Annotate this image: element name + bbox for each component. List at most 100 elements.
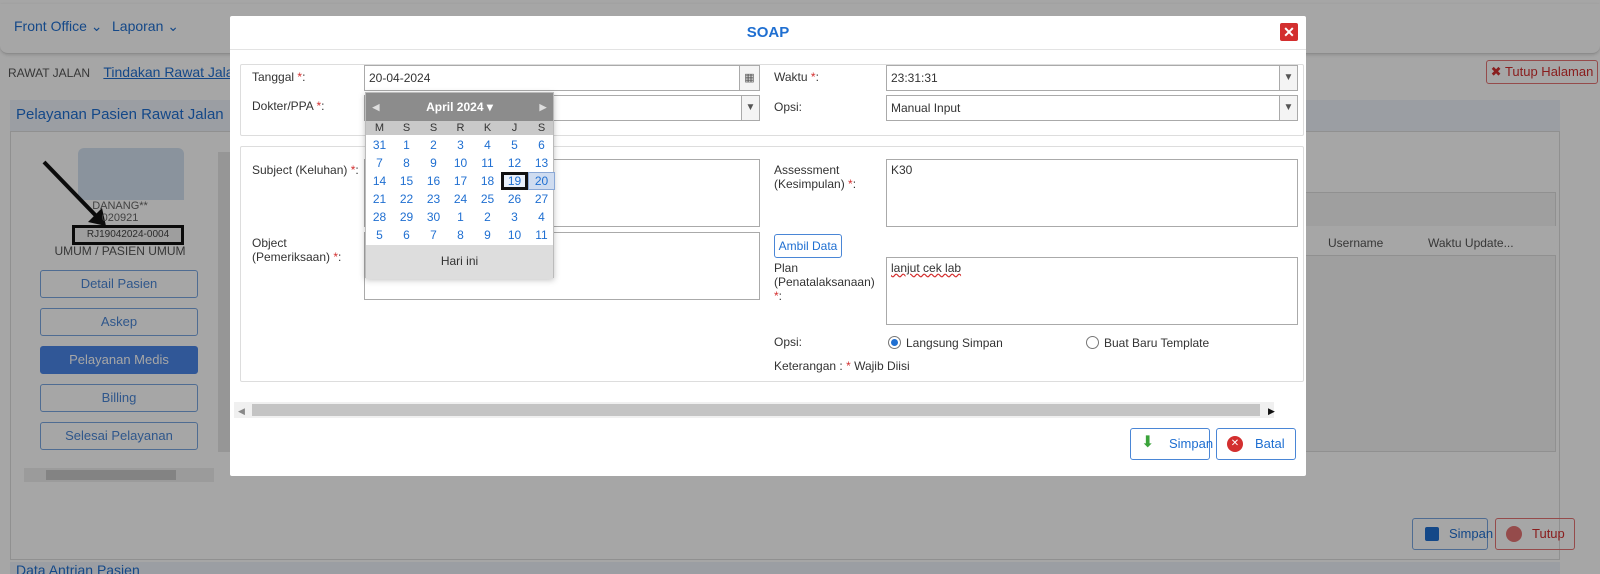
required-mark: * [810, 70, 816, 84]
weekday-label: R [456, 122, 465, 134]
calendar-day[interactable]: 27 [528, 190, 555, 208]
calendar-day[interactable]: 11 [474, 154, 501, 172]
weekday-label: M [374, 122, 385, 134]
required-mark: * [316, 99, 322, 113]
calendar-day[interactable]: 10 [501, 226, 528, 244]
plan-label: Plan (Penatalaksanaan) *: [774, 261, 875, 303]
weekday-label: K [483, 122, 492, 134]
close-icon[interactable]: ✕ [1280, 23, 1298, 41]
calendar-day[interactable]: 2 [420, 136, 447, 154]
calendar-day[interactable]: 10 [447, 154, 474, 172]
wajib-diisi-text: Wajib Diisi [854, 359, 910, 373]
modal-scroll-thumb[interactable] [252, 404, 1260, 416]
assessment-textarea[interactable]: K30 [886, 159, 1298, 227]
dokter-label: Dokter/PPA *: [252, 99, 325, 113]
next-month-icon[interactable]: ▶ [533, 93, 553, 121]
weekday-label: S [429, 122, 438, 134]
calendar-day[interactable]: 14 [366, 172, 393, 190]
keterangan-label: Keterangan : [774, 359, 843, 373]
calendar-day[interactable]: 28 [366, 208, 393, 226]
plan-label-sub: (Penatalaksanaan) [774, 275, 875, 289]
scroll-right-icon[interactable]: ▶ [1268, 404, 1275, 418]
calendar-day[interactable]: 8 [447, 226, 474, 244]
object-label-text: Object [252, 236, 287, 250]
tanggal-value: 20-04-2024 [369, 71, 431, 85]
calendar-day[interactable]: 12 [501, 154, 528, 172]
required-mark: * [297, 70, 303, 84]
calendar-day[interactable]: 22 [393, 190, 420, 208]
simpan-label: Simpan [1169, 436, 1214, 451]
calendar-day[interactable]: 9 [474, 226, 501, 244]
calendar-day[interactable]: 5 [366, 226, 393, 244]
calendar-day[interactable]: 2 [474, 208, 501, 226]
batal-button[interactable]: ✕ Batal [1216, 428, 1296, 460]
calendar-day[interactable]: 11 [528, 226, 555, 244]
download-icon: ⬇ [1141, 434, 1155, 451]
ambil-data-button[interactable]: Ambil Data [774, 234, 842, 258]
weekday-label: J [511, 122, 518, 134]
calendar-day[interactable]: 26 [501, 190, 528, 208]
required-mark: * [333, 250, 339, 264]
calendar-day[interactable]: 24 [447, 190, 474, 208]
calendar-header: ◀ April 2024 ▾ ▶ [366, 93, 553, 121]
hari-ini-button[interactable]: Hari ini [366, 245, 553, 279]
caret-down-icon: ▾ [486, 100, 493, 114]
calendar-day[interactable]: 21 [366, 190, 393, 208]
radio-langsung-label: Langsung Simpan [906, 336, 1003, 350]
calendar-day[interactable]: 1 [393, 136, 420, 154]
plan-value: lanjut cek lab [891, 261, 962, 275]
required-mark: * [846, 359, 851, 373]
opsi2-label: Opsi: [774, 335, 803, 349]
weekday-label: S [402, 122, 411, 134]
subject-label: Subject (Keluhan) *: [252, 163, 359, 177]
calendar-day[interactable]: 15 [393, 172, 420, 190]
waktu-select[interactable]: 23:31:31 ▼ [886, 65, 1298, 91]
calendar-day[interactable]: 5 [501, 136, 528, 154]
scroll-left-icon[interactable]: ◀ [238, 404, 245, 418]
chevron-down-icon[interactable]: ▼ [1279, 96, 1297, 120]
assessment-label-sub: (Kesimpulan) [774, 177, 845, 191]
calendar-day[interactable]: 1 [447, 208, 474, 226]
chevron-down-icon[interactable]: ▼ [1279, 66, 1297, 90]
calendar-day[interactable]: 8 [393, 154, 420, 172]
calendar-day[interactable]: 25 [474, 190, 501, 208]
opsi-select[interactable]: Manual Input ▼ [886, 95, 1298, 121]
calendar-day[interactable]: 6 [393, 226, 420, 244]
plan-textarea[interactable]: lanjut cek lab [886, 257, 1298, 325]
calendar-day[interactable]: 18 [474, 172, 501, 190]
waktu-value: 23:31:31 [891, 71, 938, 85]
calendar-day[interactable]: 31 [366, 136, 393, 154]
prev-month-icon[interactable]: ◀ [366, 93, 386, 121]
simpan-button[interactable]: ⬇ Simpan [1130, 428, 1214, 460]
tanggal-label: Tanggal *: [252, 70, 306, 84]
radio-template-label: Buat Baru Template [1104, 336, 1210, 350]
calendar-day[interactable]: 9 [420, 154, 447, 172]
radio-langsung-simpan[interactable] [888, 336, 901, 349]
calendar-icon[interactable]: ▦ [739, 66, 759, 90]
calendar-day[interactable]: 3 [447, 136, 474, 154]
calendar-day[interactable]: 17 [447, 172, 474, 190]
calendar-day[interactable]: 6 [528, 136, 555, 154]
calendar-day[interactable]: 19 [501, 172, 528, 190]
chevron-down-icon[interactable]: ▼ [741, 96, 759, 120]
calendar-day[interactable]: 7 [420, 226, 447, 244]
tanggal-input[interactable]: 20-04-2024 ▦ [364, 65, 760, 91]
object-label-sub: (Pemeriksaan) [252, 250, 331, 264]
calendar-day[interactable]: 20 [528, 172, 555, 190]
calendar-day[interactable]: 13 [528, 154, 555, 172]
calendar-day[interactable]: 16 [420, 172, 447, 190]
calendar-day[interactable]: 7 [366, 154, 393, 172]
weekday-header: MSSRKJS [366, 121, 553, 135]
calendar-day[interactable]: 4 [474, 136, 501, 154]
waktu-label-text: Waktu [774, 70, 808, 84]
calendar-day[interactable]: 23 [420, 190, 447, 208]
month-select[interactable]: April 2024 ▾ [426, 100, 493, 114]
calendar-day[interactable]: 3 [501, 208, 528, 226]
assessment-label: Assessment (Kesimpulan) *: [774, 163, 857, 191]
keterangan: Keterangan : * Wajib Diisi [774, 359, 910, 373]
calendar-day[interactable]: 30 [420, 208, 447, 226]
radio-buat-template[interactable] [1086, 336, 1099, 349]
calendar-day[interactable]: 29 [393, 208, 420, 226]
calendar-day[interactable]: 4 [528, 208, 555, 226]
required-mark: * [848, 177, 853, 191]
